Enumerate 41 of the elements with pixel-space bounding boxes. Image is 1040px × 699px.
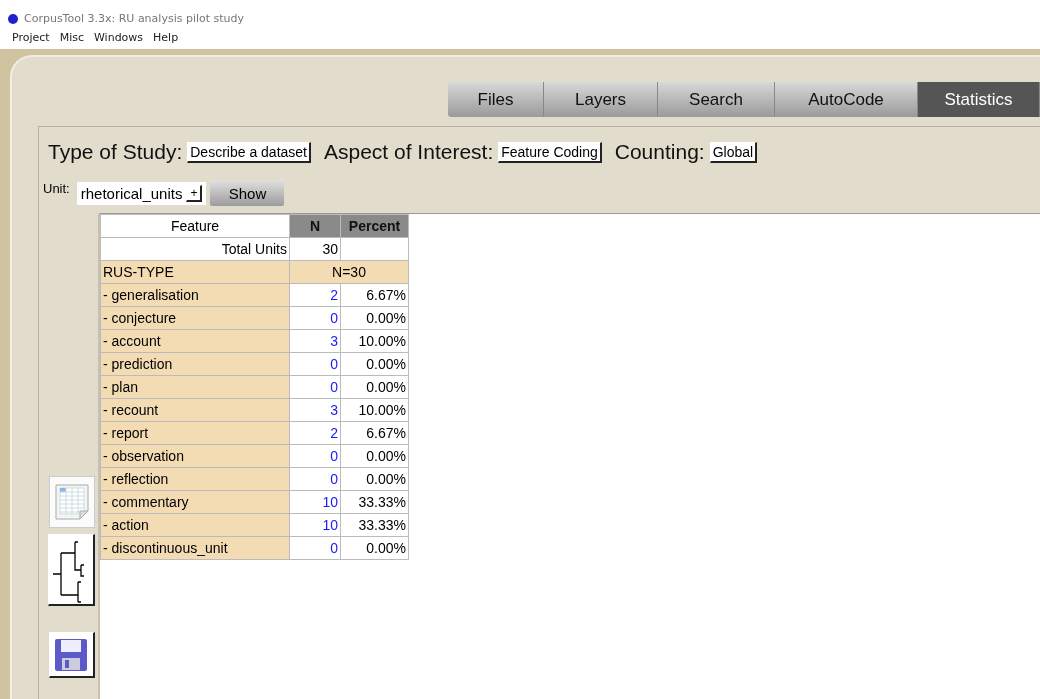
option-button[interactable]: Feature Coding	[498, 141, 602, 163]
table-cell: - report	[100, 421, 290, 445]
option-button[interactable]: Global	[709, 141, 758, 163]
study-label: Counting:	[614, 140, 705, 164]
study-label: Type of Study:	[48, 140, 183, 164]
table-cell: - recount	[100, 398, 290, 422]
table-cell: - observation	[100, 444, 290, 468]
window-title: CorpusTool 3.3x: RU analysis pilot study	[24, 12, 245, 25]
menu-item[interactable]: Windows	[93, 31, 144, 49]
table-cell: - commentary	[100, 490, 290, 514]
tab[interactable]: Files	[448, 82, 544, 117]
tree-icon[interactable]	[48, 534, 95, 606]
table-cell: - conjecture	[100, 306, 290, 330]
add-button[interactable]: +	[186, 184, 203, 202]
column-header: Feature	[100, 214, 290, 238]
table-cell: N=30	[289, 260, 409, 284]
study-label: Aspect of Interest:	[324, 140, 494, 164]
tab[interactable]: Statistics	[918, 82, 1040, 117]
tab[interactable]: Layers	[544, 82, 658, 117]
option-button[interactable]: Describe a dataset	[187, 141, 311, 163]
unit-label: Unit:	[43, 181, 70, 196]
tab[interactable]: AutoCode	[775, 82, 918, 117]
column-header: Percent	[340, 214, 409, 238]
menu-item[interactable]: Misc	[59, 31, 84, 49]
column-header: N	[289, 214, 341, 238]
table-cell: - account	[100, 329, 290, 353]
table-cell: - plan	[100, 375, 290, 399]
save-icon[interactable]	[48, 632, 95, 678]
table-cell: - discontinuous_unit	[100, 536, 290, 560]
show-button[interactable]: Show	[210, 180, 285, 206]
table-cell: Total Units	[100, 237, 290, 261]
table-cell: RUS-TYPE	[100, 260, 290, 284]
table-cell: - action	[100, 513, 290, 537]
menu-item[interactable]: Project	[12, 31, 50, 49]
app-icon	[8, 13, 18, 24]
table-cell: - reflection	[100, 467, 290, 491]
table-cell: - prediction	[100, 352, 290, 376]
menu-item[interactable]: Help	[153, 31, 179, 49]
tab[interactable]: Search	[658, 82, 775, 117]
unit-field[interactable]: rhetorical_units +	[76, 181, 207, 205]
table-cell: - generalisation	[100, 283, 290, 307]
